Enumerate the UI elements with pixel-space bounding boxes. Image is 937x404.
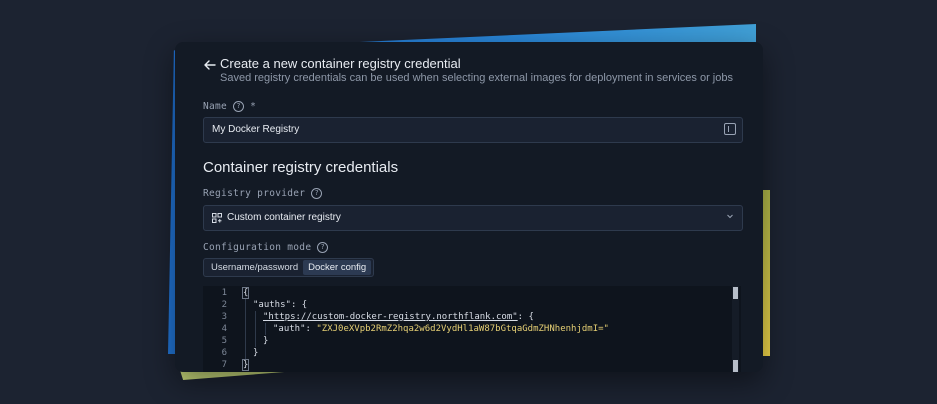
required-mark: * — [250, 101, 257, 112]
line-number: 2 — [221, 300, 227, 310]
code-token: } — [241, 359, 250, 371]
code-line: } — [263, 336, 268, 346]
code-line: "https://custom-docker-registry.northfla… — [263, 312, 534, 322]
line-number: 4 — [221, 324, 227, 334]
configuration-mode-label: Configuration mode? — [203, 242, 329, 253]
code-line: } — [253, 348, 258, 358]
code-line: "auth": "ZXJ0eXVpb2RmZ2hqa2w6d2VydHl1aW8… — [273, 324, 609, 334]
code-token: } — [263, 336, 269, 346]
mode-option-username-password[interactable]: Username/password — [206, 260, 303, 275]
registry-provider-label: Registry provider? — [203, 188, 323, 199]
chevron-down-icon — [727, 214, 733, 219]
configuration-mode-label-text: Configuration mode — [203, 242, 312, 253]
code-token-string: "ZXJ0eXVpb2RmZ2hqa2w6d2VydHl1aW87bGtqaGd… — [316, 324, 609, 334]
container-registry-icon — [212, 213, 222, 223]
question-circle-icon[interactable]: ? — [311, 188, 323, 199]
code-token: "auths" — [253, 300, 291, 310]
line-number: 5 — [221, 336, 227, 346]
code-area[interactable]: { "auths": { "https://custom-docker-regi… — [241, 286, 729, 372]
indent-guide — [255, 311, 256, 347]
question-circle-icon[interactable]: ? — [317, 242, 329, 253]
section-title: Container registry credentials — [203, 159, 399, 176]
line-number-gutter: 1 2 3 4 5 6 7 — [203, 286, 229, 372]
configuration-mode-toggle[interactable]: Username/password Docker config — [203, 258, 375, 277]
code-line: { — [241, 287, 250, 299]
code-token: } — [253, 348, 259, 358]
code-token: : { — [290, 300, 308, 310]
create-credential-panel: Create a new container registry credenti… — [175, 42, 763, 372]
scrollbar-thumb-top[interactable] — [733, 287, 738, 299]
code-line: "auths": { — [253, 300, 307, 310]
line-number: 7 — [221, 360, 227, 370]
registry-provider-select[interactable]: Custom container registry — [203, 205, 743, 231]
docker-config-editor[interactable]: 1 2 3 4 5 6 7 { "auths": { "https://cust… — [203, 286, 741, 372]
indent-guide — [265, 323, 266, 335]
name-field-label: Name? * — [203, 101, 256, 112]
code-token: "auth" — [273, 324, 306, 334]
code-line: } — [241, 359, 250, 371]
scrollbar-thumb-bottom[interactable] — [733, 360, 738, 372]
indent-guide — [245, 299, 246, 359]
code-token: : — [305, 324, 317, 334]
code-token: { — [241, 287, 250, 299]
page-title: Create a new container registry credenti… — [220, 56, 461, 71]
page-subtitle: Saved registry credentials can be used w… — [220, 72, 733, 84]
name-input[interactable]: My Docker Registry — [203, 117, 743, 143]
name-label-text: Name — [203, 101, 228, 112]
code-token-url[interactable]: "https://custom-docker-registry.northfla… — [263, 312, 518, 322]
arrow-left-icon[interactable] — [203, 58, 217, 72]
line-number: 3 — [221, 312, 227, 322]
line-number: 6 — [221, 348, 227, 358]
registry-provider-label-text: Registry provider — [203, 188, 306, 199]
registry-provider-value: Custom container registry — [227, 212, 341, 223]
line-number: 1 — [221, 288, 227, 298]
sidebar-panel-icon[interactable] — [724, 123, 736, 135]
code-token: : { — [517, 312, 534, 322]
mode-option-docker-config[interactable]: Docker config — [303, 260, 372, 275]
name-input-value[interactable]: My Docker Registry — [212, 124, 299, 135]
question-circle-icon[interactable]: ? — [233, 101, 245, 112]
